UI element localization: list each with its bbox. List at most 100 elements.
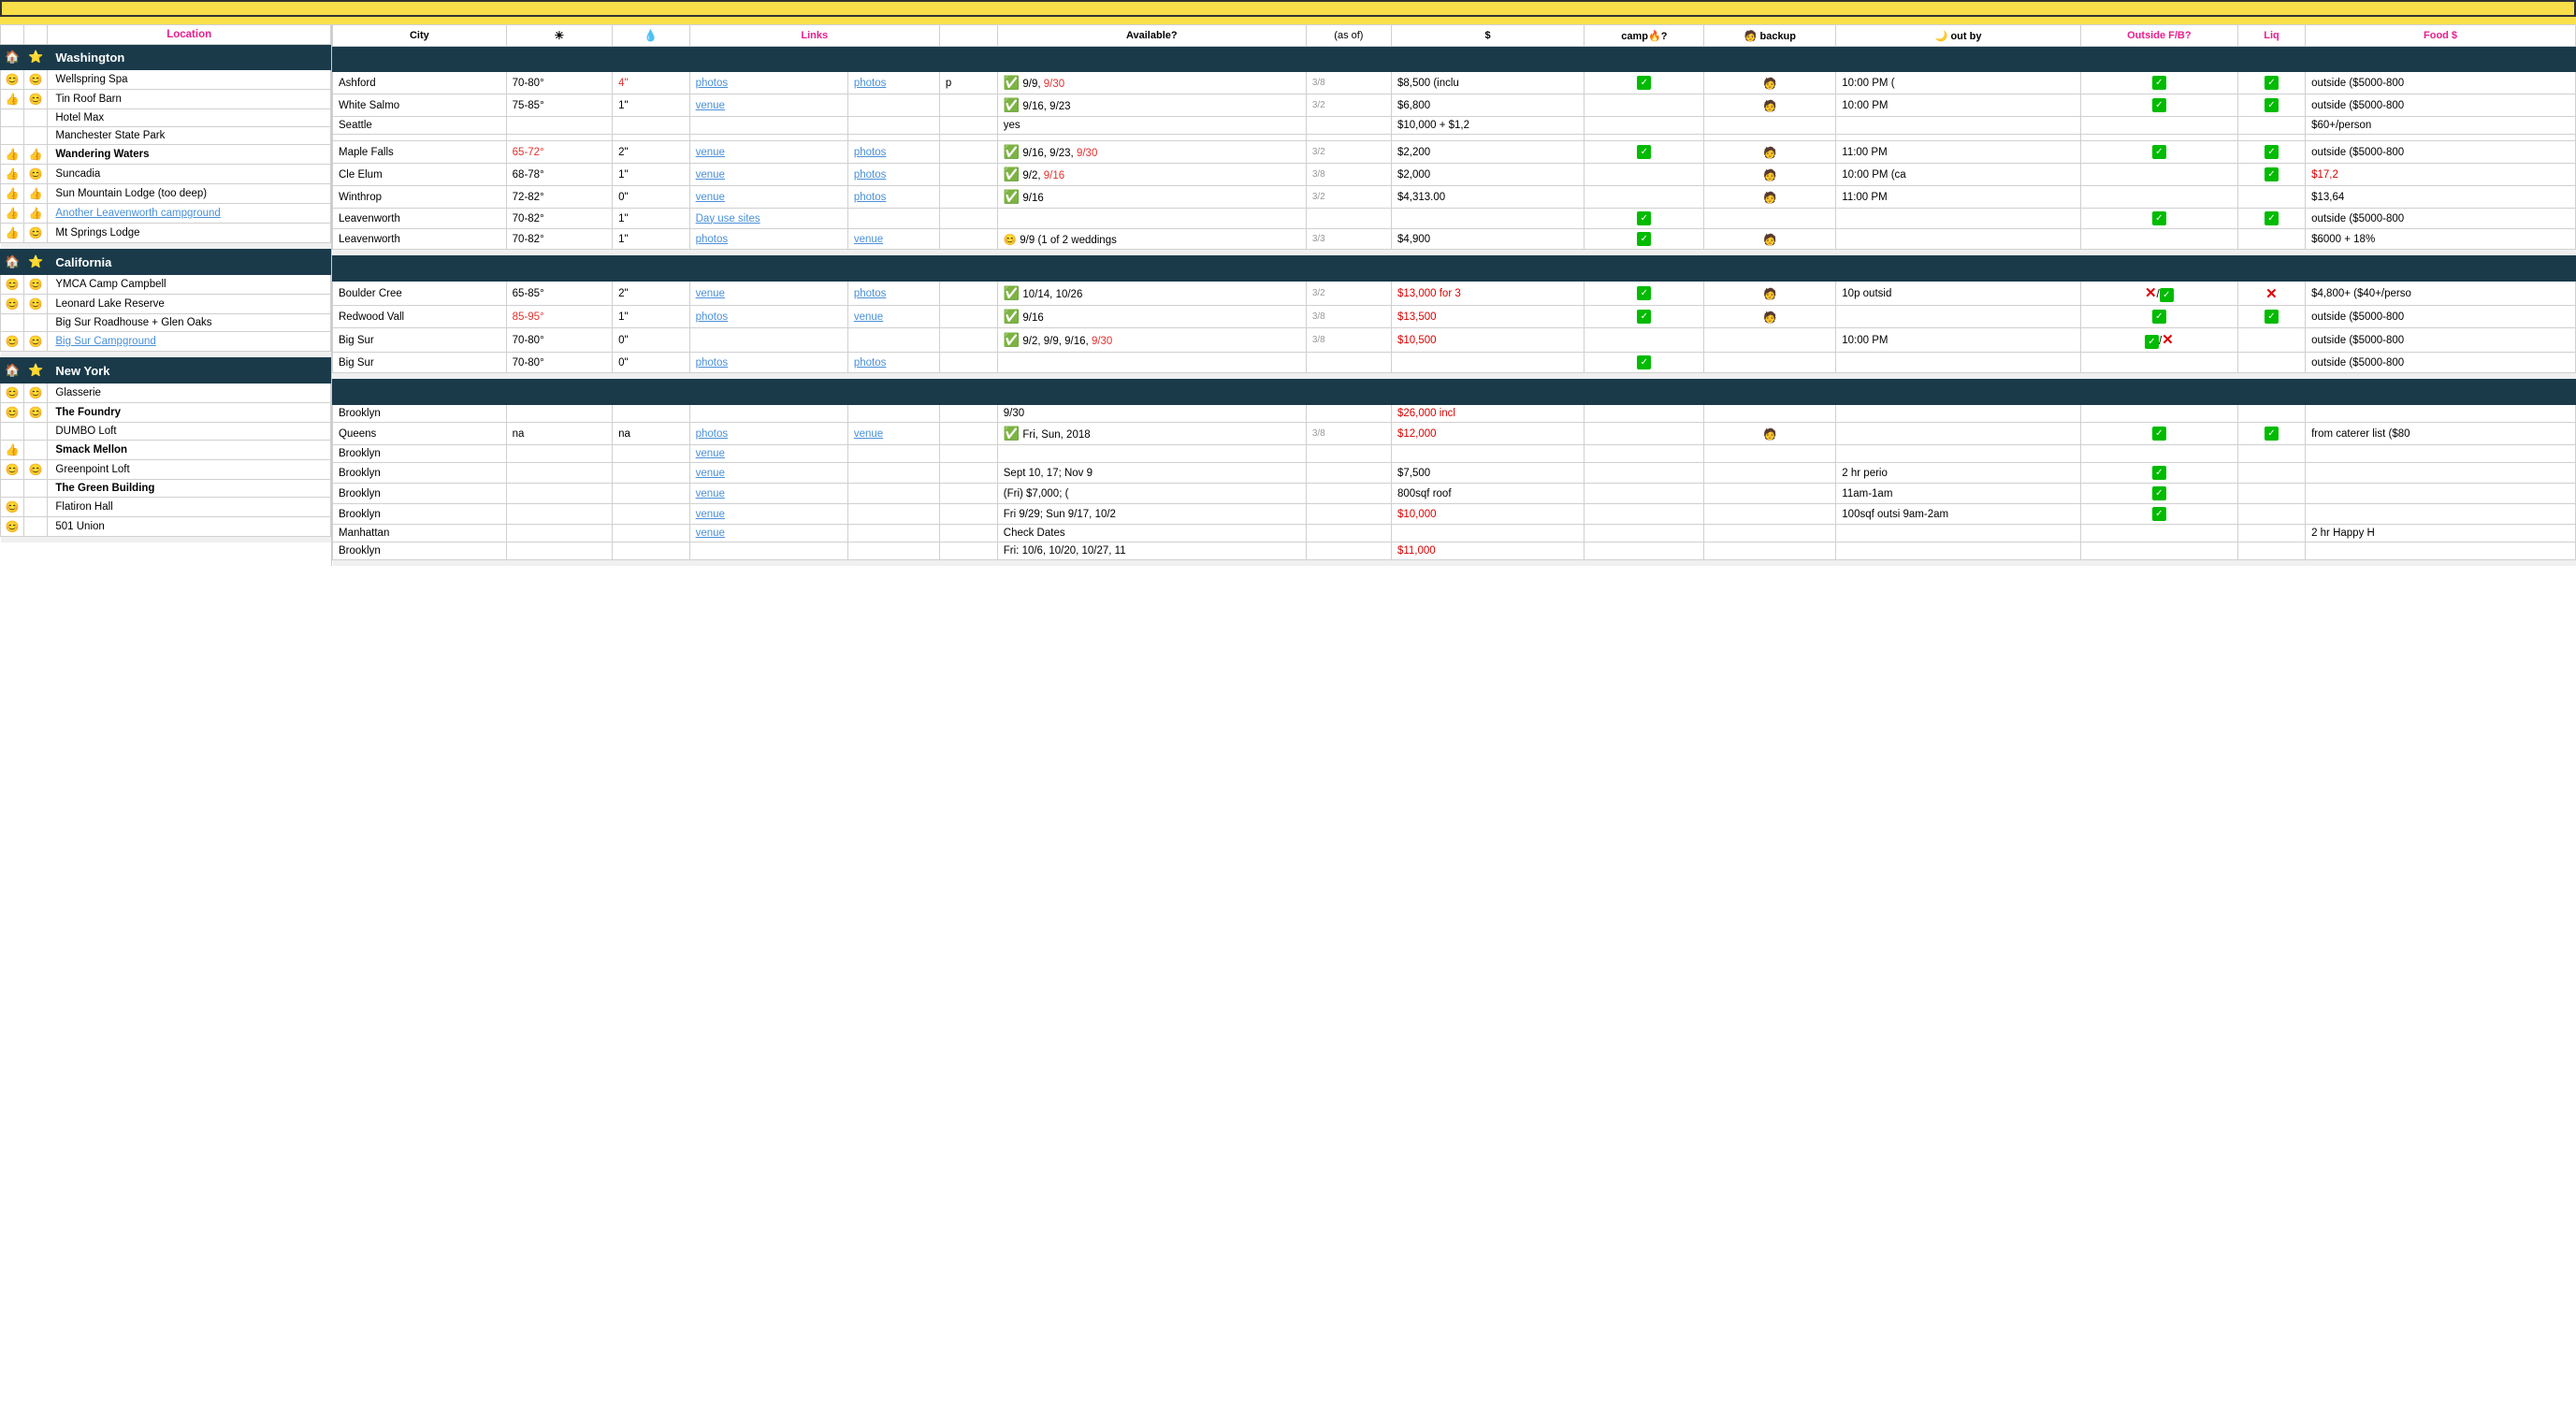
venue-link1[interactable]: photos <box>696 357 729 369</box>
venue-link2[interactable]: photos <box>854 169 887 181</box>
venue-backup <box>1704 405 1836 423</box>
section-header-row: 🏠 ⭐ California <box>1 250 331 275</box>
venue-link3-cell <box>939 405 997 423</box>
venue-link2-cell[interactable]: venue <box>847 423 939 445</box>
section-spacer <box>333 373 2576 380</box>
venue-link1-cell[interactable]: photos <box>689 353 847 373</box>
venue-link2-cell[interactable] <box>847 463 939 484</box>
venue-link2-cell[interactable]: venue <box>847 229 939 250</box>
venue-emoji1: 😊 <box>1 332 24 352</box>
venue-link1-cell[interactable] <box>689 405 847 423</box>
venue-link1[interactable]: photos <box>696 234 729 245</box>
venue-link3-cell <box>939 463 997 484</box>
venue-emoji2: 😊 <box>24 383 48 403</box>
venue-link1[interactable]: venue <box>696 192 725 203</box>
venue-link2-cell[interactable]: photos <box>847 353 939 373</box>
table-row: Hotel Max <box>1 109 331 127</box>
venue-link2[interactable]: photos <box>854 147 887 158</box>
table-row: Ashford 70-80° 4" photos photos p ✅ 9/9,… <box>333 72 2576 94</box>
venue-link2-cell[interactable] <box>847 484 939 504</box>
venue-name: Flatiron Hall <box>48 498 331 517</box>
venue-link1-cell[interactable]: venue <box>689 525 847 543</box>
venue-link1[interactable]: Day use sites <box>696 213 760 224</box>
venue-link1[interactable]: venue <box>696 468 725 479</box>
venue-link1-cell[interactable]: venue <box>689 463 847 484</box>
venue-link1-cell[interactable]: venue <box>689 186 847 209</box>
venue-link2[interactable]: photos <box>854 78 887 89</box>
venue-link1[interactable]: venue <box>696 288 725 299</box>
venue-link1[interactable]: venue <box>696 147 725 158</box>
venue-link2-cell[interactable]: photos <box>847 164 939 186</box>
venue-link1-cell[interactable]: photos <box>689 72 847 94</box>
venue-link2-cell[interactable] <box>847 504 939 525</box>
section-name: California <box>48 250 331 275</box>
venue-camp: ✓ <box>1585 209 1704 229</box>
venue-emoji2: 😊 <box>24 224 48 243</box>
venue-link2-cell[interactable] <box>847 94 939 117</box>
venue-link2-cell[interactable] <box>847 209 939 229</box>
venue-link2-cell[interactable]: photos <box>847 72 939 94</box>
venue-name: Greenpoint Loft <box>48 460 331 480</box>
venue-city: Queens <box>333 423 507 445</box>
venue-link2-cell[interactable]: venue <box>847 306 939 328</box>
venue-link1-cell[interactable] <box>689 117 847 135</box>
venue-link1-cell[interactable]: photos <box>689 423 847 445</box>
venue-link2-cell[interactable] <box>847 543 939 560</box>
venue-link1[interactable]: venue <box>696 509 725 520</box>
venue-link2[interactable]: photos <box>854 288 887 299</box>
venue-asof: 3/2 <box>1306 282 1391 306</box>
venue-link2[interactable]: venue <box>854 234 883 245</box>
venue-link1-cell[interactable]: venue <box>689 445 847 463</box>
venue-link1[interactable]: venue <box>696 169 725 181</box>
venue-link2-cell[interactable] <box>847 445 939 463</box>
venue-name: Sun Mountain Lodge (too deep) <box>48 184 331 204</box>
venue-name[interactable]: Another Leavenworth campground <box>48 204 331 224</box>
venue-link3-cell <box>939 423 997 445</box>
table-row: 😊 501 Union <box>1 517 331 537</box>
venue-link2[interactable]: photos <box>854 192 887 203</box>
venue-outby <box>1836 423 2081 445</box>
venue-temp: 85-95° <box>506 306 612 328</box>
venue-link1-cell[interactable] <box>689 543 847 560</box>
venue-link2-cell[interactable] <box>847 525 939 543</box>
venue-link1[interactable]: photos <box>696 428 729 440</box>
venue-asof: 3/2 <box>1306 186 1391 209</box>
venue-link1-cell[interactable]: photos <box>689 306 847 328</box>
venue-link2-cell[interactable]: photos <box>847 282 939 306</box>
venue-emoji2 <box>24 109 48 127</box>
venue-link1-cell[interactable]: photos <box>689 229 847 250</box>
venue-link2[interactable]: photos <box>854 357 887 369</box>
venue-link1-cell[interactable]: venue <box>689 484 847 504</box>
venue-link1-cell[interactable] <box>689 135 847 141</box>
venue-backup <box>1704 525 1836 543</box>
venue-link2[interactable]: venue <box>854 428 883 440</box>
venue-link1[interactable]: venue <box>696 448 725 459</box>
venue-link1[interactable]: photos <box>696 311 729 323</box>
venue-link1-cell[interactable]: venue <box>689 504 847 525</box>
venue-link2-cell[interactable] <box>847 117 939 135</box>
venue-liq <box>2237 543 2305 560</box>
venue-link3-cell <box>939 141 997 164</box>
venue-link1-cell[interactable]: venue <box>689 164 847 186</box>
venue-link2-cell[interactable]: photos <box>847 186 939 209</box>
section-emoji1: 🏠 <box>1 358 24 383</box>
venue-name[interactable]: Big Sur Campground <box>48 332 331 352</box>
venue-link1[interactable]: photos <box>696 78 729 89</box>
venue-link1-cell[interactable]: venue <box>689 141 847 164</box>
venue-outsidefb: ✕/✓ <box>2080 282 2237 306</box>
venue-link2-cell[interactable] <box>847 405 939 423</box>
venue-city: White Salmo <box>333 94 507 117</box>
venue-link2-cell[interactable] <box>847 328 939 353</box>
venue-link1-cell[interactable]: venue <box>689 282 847 306</box>
venue-link1-cell[interactable]: Day use sites <box>689 209 847 229</box>
table-row: 👍 👍 Wandering Waters <box>1 145 331 165</box>
venue-link2[interactable]: venue <box>854 311 883 323</box>
venue-link2-cell[interactable]: photos <box>847 141 939 164</box>
section-spacer <box>1 352 331 358</box>
venue-link1[interactable]: venue <box>696 488 725 499</box>
venue-link1[interactable]: venue <box>696 528 725 539</box>
venue-link1[interactable]: venue <box>696 100 725 111</box>
venue-link1-cell[interactable]: venue <box>689 94 847 117</box>
venue-link1-cell[interactable] <box>689 328 847 353</box>
venue-link2-cell[interactable] <box>847 135 939 141</box>
